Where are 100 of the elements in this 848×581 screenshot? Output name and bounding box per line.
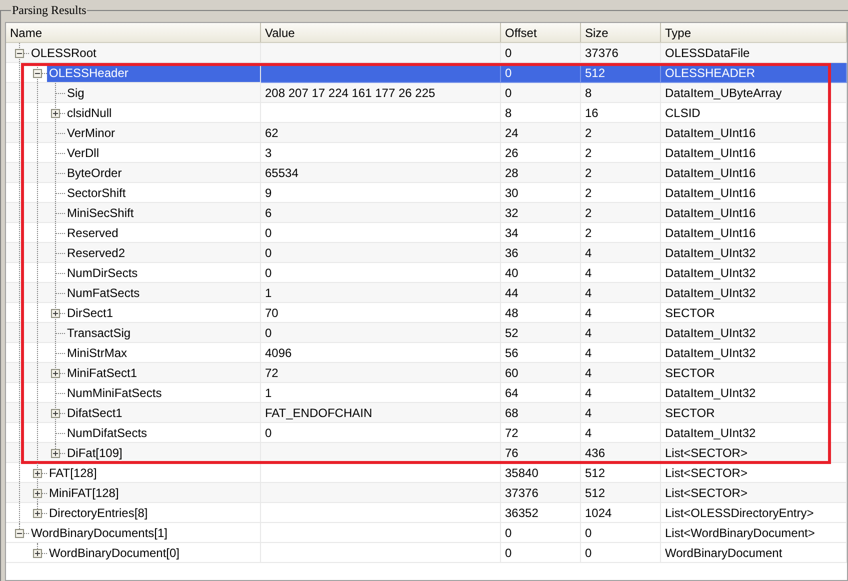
table-cell-text: 56 bbox=[505, 344, 518, 362]
tree-row[interactable]: OLESSHeader 0 512 OLESSHEADER bbox=[6, 63, 847, 83]
node-label: VerMinor bbox=[66, 124, 116, 142]
expand-icon[interactable] bbox=[33, 549, 42, 558]
tree-row[interactable]: clsidNull 8 16 CLSID bbox=[6, 103, 847, 123]
table-cell-text: DataItem_UInt32 bbox=[665, 324, 756, 342]
table-cell-text: DataItem_UInt16 bbox=[665, 124, 756, 142]
table-cell-text: 4 bbox=[585, 244, 592, 262]
table-cell-text: OLESSHEADER bbox=[665, 64, 756, 82]
tree-row[interactable]: MiniStrMax 4096 56 4 DataItem_UInt32 bbox=[6, 343, 847, 363]
expand-icon[interactable] bbox=[33, 469, 42, 478]
table-cell-text: DataItem_UInt32 bbox=[665, 284, 756, 302]
column-header[interactable]: Name bbox=[6, 23, 261, 42]
node-label: DirSect1 bbox=[66, 304, 114, 322]
table-cell-text: 72 bbox=[505, 424, 518, 442]
tree-row[interactable]: MiniSecShift 6 32 2 DataItem_UInt16 bbox=[6, 203, 847, 223]
tree-row[interactable]: DifatSect1 FAT_ENDOFCHAIN 68 4 SECTOR bbox=[6, 403, 847, 423]
table-cell-text: 4 bbox=[585, 364, 592, 382]
expand-icon[interactable] bbox=[51, 369, 60, 378]
tree-row[interactable]: DiFat[109] 76 436 List<SECTOR> bbox=[6, 443, 847, 463]
tree-row[interactable]: OLESSRoot 0 37376 OLESSDataFile bbox=[6, 43, 847, 63]
tree-row[interactable]: FAT[128] 35840 512 List<SECTOR> bbox=[6, 463, 847, 483]
collapse-icon[interactable] bbox=[33, 69, 42, 78]
column-header[interactable]: Type bbox=[661, 23, 847, 42]
table-cell-text: 37376 bbox=[505, 484, 538, 502]
node-label: WordBinaryDocuments[1] bbox=[30, 524, 168, 542]
tree-row[interactable]: TransactSig 0 52 4 DataItem_UInt32 bbox=[6, 323, 847, 343]
table-cell-text: 0 bbox=[505, 44, 512, 62]
table-cell-text: List<OLESSDirectoryEntry> bbox=[665, 504, 814, 522]
table-cell-text: FAT_ENDOFCHAIN bbox=[265, 404, 372, 422]
table-cell-text: 4 bbox=[585, 324, 592, 342]
tree-row[interactable]: WordBinaryDocuments[1] 0 0 List<WordBinaryDocument> bbox=[6, 523, 847, 543]
table-cell-text: DataItem_UInt16 bbox=[665, 204, 756, 222]
table-cell-text: 0 bbox=[265, 324, 272, 342]
table-cell-text: 4 bbox=[585, 284, 592, 302]
tree-row[interactable]: Reserved 0 34 2 DataItem_UInt16 bbox=[6, 223, 847, 243]
node-label: ByteOrder bbox=[66, 164, 123, 182]
node-label: NumDifatSects bbox=[66, 424, 148, 442]
table-cell-text: 1024 bbox=[585, 504, 612, 522]
table-cell-text: 4 bbox=[585, 424, 592, 442]
table-cell-text: 64 bbox=[505, 384, 518, 402]
table-cell-text: 34 bbox=[505, 224, 518, 242]
node-label: NumMiniFatSects bbox=[66, 384, 163, 402]
tree-row[interactable]: NumDifatSects 0 72 4 DataItem_UInt32 bbox=[6, 423, 847, 443]
expand-icon[interactable] bbox=[51, 409, 60, 418]
tree-row[interactable]: SectorShift 9 30 2 DataItem_UInt16 bbox=[6, 183, 847, 203]
node-label: TransactSig bbox=[66, 324, 132, 342]
table-cell-text: 60 bbox=[505, 364, 518, 382]
table-cell-text: SECTOR bbox=[665, 304, 715, 322]
tree-row[interactable]: DirectoryEntries[8] 36352 1024 List<OLESSDirectoryEntry> bbox=[6, 503, 847, 523]
table-cell-text: DataItem_UInt32 bbox=[665, 264, 756, 282]
tree-row[interactable]: MiniFatSect1 72 60 4 SECTOR bbox=[6, 363, 847, 383]
table-cell-text: 52 bbox=[505, 324, 518, 342]
tree-row[interactable]: ByteOrder 65534 28 2 DataItem_UInt16 bbox=[6, 163, 847, 183]
table-cell-text: 3 bbox=[265, 144, 272, 162]
table-cell-text: 9 bbox=[265, 184, 272, 202]
tree-row[interactable]: WordBinaryDocument[0] 0 0 WordBinaryDocument bbox=[6, 543, 847, 563]
table-cell-text: 208 207 17 224 161 177 26 225 bbox=[265, 84, 436, 102]
node-label: Sig bbox=[66, 84, 86, 102]
expand-icon[interactable] bbox=[51, 309, 60, 318]
column-header[interactable]: Size bbox=[581, 23, 661, 42]
table-cell-text: 0 bbox=[505, 84, 512, 102]
column-header[interactable]: Value bbox=[261, 23, 501, 42]
table-cell-text: 40 bbox=[505, 264, 518, 282]
tree-row[interactable]: Reserved2 0 36 4 DataItem_UInt32 bbox=[6, 243, 847, 263]
expand-icon[interactable] bbox=[51, 109, 60, 118]
table-cell-text: 28 bbox=[505, 164, 518, 182]
tree-row[interactable]: VerDll 3 26 2 DataItem_UInt16 bbox=[6, 143, 847, 163]
node-label: NumDirSects bbox=[66, 264, 139, 282]
table-cell-text: DataItem_UInt32 bbox=[665, 384, 756, 402]
tree-row[interactable]: NumDirSects 0 40 4 DataItem_UInt32 bbox=[6, 263, 847, 283]
tree-row[interactable]: NumFatSects 1 44 4 DataItem_UInt32 bbox=[6, 283, 847, 303]
table-cell-text: 0 bbox=[265, 264, 272, 282]
tree-row[interactable]: VerMinor 62 24 2 DataItem_UInt16 bbox=[6, 123, 847, 143]
table-cell-text: 2 bbox=[585, 144, 592, 162]
table-cell-text: 8 bbox=[585, 84, 592, 102]
tree-row[interactable]: Sig 208 207 17 224 161 177 26 225 0 8 DataItem_UByteArray bbox=[6, 83, 847, 103]
table-cell-text: 0 bbox=[505, 544, 512, 562]
collapse-icon[interactable] bbox=[15, 529, 24, 538]
node-label: Reserved bbox=[66, 224, 120, 242]
table-cell-text: 2 bbox=[585, 124, 592, 142]
node-label: MiniFAT[128] bbox=[48, 484, 120, 502]
table-cell-text: SECTOR bbox=[665, 364, 715, 382]
table-cell-text: 512 bbox=[585, 484, 606, 502]
column-header[interactable]: Offset bbox=[501, 23, 581, 42]
table-cell-text: 4096 bbox=[265, 344, 292, 362]
expand-icon[interactable] bbox=[51, 449, 60, 458]
table-cell-text: 4 bbox=[585, 404, 592, 422]
table-cell-text: DataItem_UInt16 bbox=[665, 224, 756, 242]
tree-row[interactable]: MiniFAT[128] 37376 512 List<SECTOR> bbox=[6, 483, 847, 503]
collapse-icon[interactable] bbox=[15, 49, 24, 58]
table-cell-text: DataItem_UInt16 bbox=[665, 164, 756, 182]
node-label: FAT[128] bbox=[48, 464, 98, 482]
tree-row[interactable]: NumMiniFatSects 1 64 4 DataItem_UInt32 bbox=[6, 383, 847, 403]
node-label: MiniSecShift bbox=[66, 204, 135, 222]
table-cell-text: 2 bbox=[585, 224, 592, 242]
tree-row[interactable]: DirSect1 70 48 4 SECTOR bbox=[6, 303, 847, 323]
expand-icon[interactable] bbox=[33, 489, 42, 498]
table-cell-text: 2 bbox=[585, 164, 592, 182]
expand-icon[interactable] bbox=[33, 509, 42, 518]
